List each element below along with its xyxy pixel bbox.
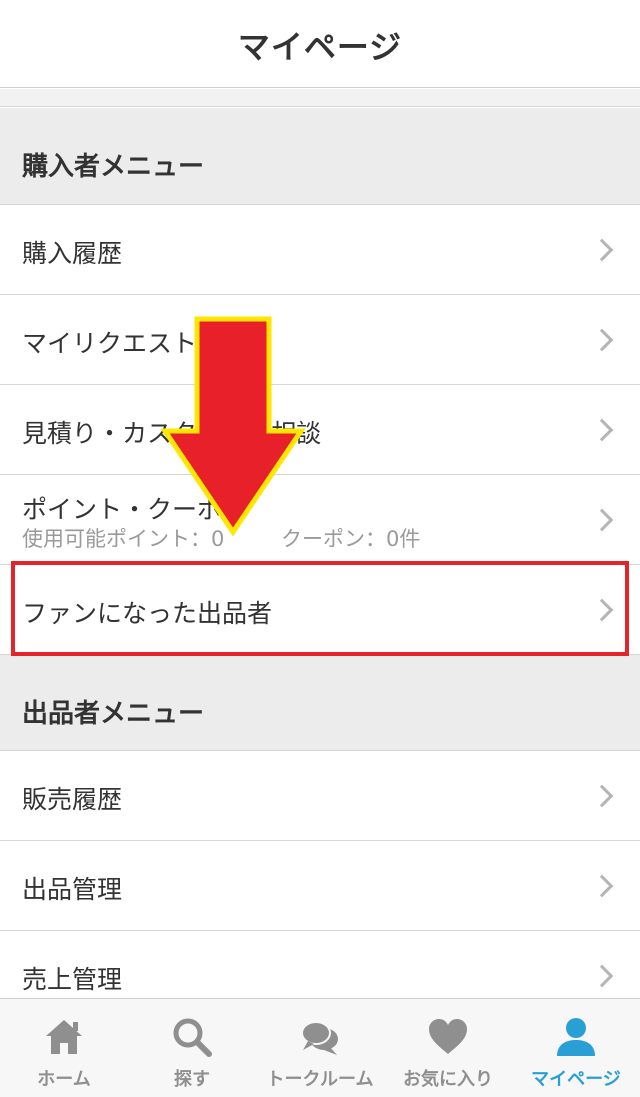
menu-item-label: 見積り・カスタマイズ相談 (22, 419, 322, 448)
chevron-right-icon (590, 238, 614, 261)
search-icon (173, 1018, 212, 1057)
tab-label: ホーム (37, 1069, 91, 1090)
tab-label: マイページ (531, 1069, 621, 1090)
menu-item-estimate-consultation[interactable]: 見積り・カスタマイズ相談 (0, 385, 640, 475)
menu-item-points-coupons[interactable]: ポイント・クーポン 使用可能ポイント：0 クーポン：0件 (0, 475, 640, 565)
tab-label: 探す (174, 1069, 210, 1090)
chat-bubbles-icon (301, 1021, 338, 1055)
menu-item-label: ファンになった出品者 (22, 599, 273, 628)
menu-item-purchase-history[interactable]: 購入履歴 (0, 205, 640, 295)
tab-favorites[interactable]: お気に入り (384, 999, 512, 1097)
page-title: マイページ (237, 28, 403, 66)
available-points-text: 使用可能ポイント：0 (22, 527, 225, 551)
chevron-right-icon (590, 418, 614, 441)
bottom-tab-bar: ホーム 探す トークルーム お気に入り マイページ (0, 998, 640, 1097)
menu-item-label: 販売履歴 (22, 785, 123, 814)
chevron-right-icon (590, 964, 614, 987)
menu-item-listing-management[interactable]: 出品管理 (0, 841, 640, 931)
tab-talkroom[interactable]: トークルーム (256, 999, 384, 1097)
person-icon (557, 1018, 595, 1056)
buyer-menu-title: 購入者メニュー (22, 152, 205, 182)
tab-mypage[interactable]: マイページ (512, 999, 640, 1097)
chevron-right-icon (590, 784, 614, 807)
menu-item-sales-history[interactable]: 販売履歴 (0, 751, 640, 841)
chevron-right-icon (590, 508, 614, 531)
menu-item-label: ポイント・クーポン (22, 495, 248, 524)
tab-search[interactable]: 探す (128, 999, 256, 1097)
seller-menu-title: 出品者メニュー (22, 699, 205, 729)
tab-label: トークルーム (266, 1069, 374, 1090)
section-spacer (0, 89, 640, 107)
buyer-menu-header: 購入者メニュー (0, 108, 640, 205)
coupon-count-text: クーポン：0件 (281, 527, 421, 551)
seller-menu-header: 出品者メニュー (0, 655, 640, 751)
menu-item-favorite-sellers[interactable]: ファンになった出品者 (0, 565, 640, 655)
page-header: マイページ (0, 0, 640, 88)
menu-item-label: マイリクエスト (22, 329, 198, 358)
menu-item-my-request[interactable]: マイリクエスト (0, 295, 640, 385)
menu-item-label: 購入履歴 (22, 239, 123, 268)
tab-home[interactable]: ホーム (0, 999, 128, 1097)
menu-item-label: 売上管理 (22, 965, 123, 994)
tab-label: お気に入り (403, 1069, 493, 1090)
heart-icon (429, 1019, 467, 1054)
chevron-right-icon (590, 874, 614, 897)
home-icon (46, 1020, 82, 1054)
menu-item-label: 出品管理 (22, 875, 123, 904)
chevron-right-icon (590, 598, 614, 621)
chevron-right-icon (590, 328, 614, 351)
